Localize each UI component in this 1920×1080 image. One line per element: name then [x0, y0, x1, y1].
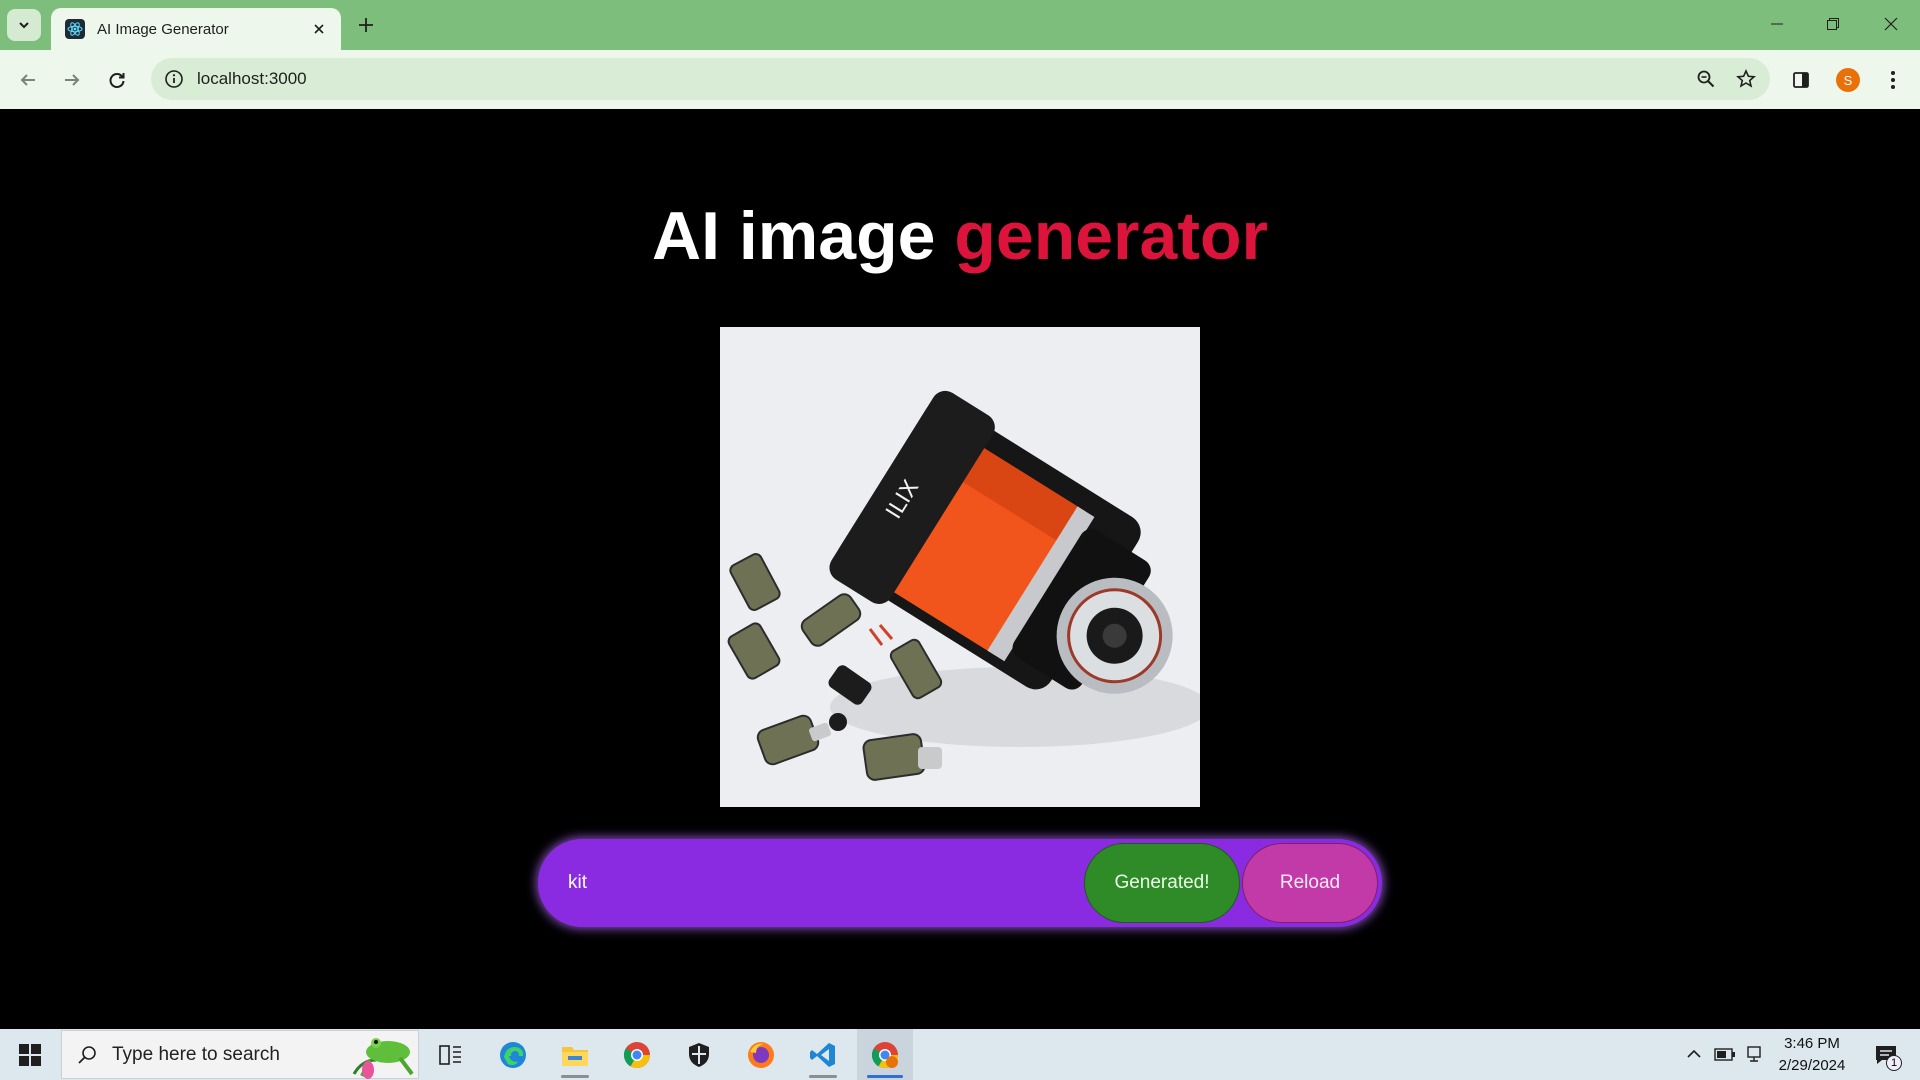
app-page: AI image generator ILIX kit Generated! R…	[0, 109, 1920, 1029]
refresh-icon	[109, 73, 125, 88]
edge-icon	[500, 1041, 526, 1068]
close-icon	[1884, 17, 1898, 31]
reload-page-button[interactable]	[101, 64, 133, 96]
tab-strip: AI Image Generator	[0, 0, 1920, 50]
url-text: localhost:3000	[197, 69, 307, 88]
task-view-icon	[439, 1044, 461, 1065]
restore-icon	[1827, 18, 1839, 30]
system-clock[interactable]: 3:46 PM 2/29/2024	[1762, 1033, 1862, 1077]
taskbar-chrome[interactable]	[609, 1029, 665, 1080]
vscode-icon	[810, 1042, 835, 1067]
browser-menu-button[interactable]	[1877, 64, 1909, 96]
react-icon	[65, 19, 85, 39]
address-bar[interactable]: localhost:3000	[151, 58, 1770, 100]
side-panel-button[interactable]	[1785, 64, 1817, 96]
bookmark-star-icon[interactable]	[1730, 63, 1762, 95]
clock-date: 2/29/2024	[1778, 1057, 1846, 1074]
show-hidden-icons[interactable]	[1681, 1041, 1707, 1067]
generated-image: ILIX	[720, 327, 1200, 807]
prompt-input[interactable]	[568, 839, 1088, 927]
taskbar-firefox[interactable]	[733, 1029, 789, 1080]
clock-time: 3:46 PM	[1784, 1035, 1840, 1052]
reload-button[interactable]: Reload	[1242, 843, 1378, 923]
taskbar-chrome-active[interactable]	[857, 1029, 913, 1080]
security-icon	[689, 1042, 709, 1067]
taskbar-edge[interactable]	[485, 1029, 541, 1080]
info-icon[interactable]	[163, 68, 185, 90]
file-explorer-icon	[562, 1046, 588, 1066]
browser-toolbar: localhost:3000 S	[0, 50, 1920, 109]
kebab-menu-icon	[1891, 71, 1895, 89]
browser-chrome: AI Image Generator localhost:3000 S	[0, 0, 1920, 109]
side-panel-icon	[1793, 72, 1809, 88]
browser-tab[interactable]: AI Image Generator	[51, 8, 341, 50]
chrome-active-icon	[871, 1041, 899, 1068]
running-indicator	[561, 1075, 589, 1078]
profile-button[interactable]: S	[1832, 64, 1864, 96]
windows-logo-icon	[19, 1043, 41, 1066]
chrome-icon	[623, 1041, 651, 1068]
taskbar-search-box[interactable]: Type here to search	[61, 1030, 419, 1079]
tab-title: AI Image Generator	[97, 20, 229, 38]
notification-count: 1	[1886, 1055, 1902, 1071]
prompt-bar: Generated! Reload	[538, 839, 1382, 927]
close-tab-icon[interactable]	[309, 19, 329, 39]
generated-image-art: ILIX	[720, 327, 1200, 807]
taskbar-vscode[interactable]	[795, 1029, 851, 1080]
taskbar-security[interactable]	[671, 1029, 727, 1080]
search-placeholder: Type here to search	[112, 1043, 280, 1065]
minimize-icon	[1771, 23, 1783, 25]
close-window-button[interactable]	[1868, 4, 1914, 44]
battery-tray[interactable]	[1712, 1041, 1738, 1067]
firefox-icon	[748, 1041, 774, 1068]
tab-search-button[interactable]	[7, 9, 41, 41]
active-indicator	[867, 1075, 903, 1078]
task-view-button[interactable]	[423, 1029, 479, 1080]
start-button[interactable]	[0, 1029, 60, 1080]
generate-button[interactable]: Generated!	[1084, 843, 1240, 923]
notification-center[interactable]: 1	[1866, 1039, 1906, 1071]
search-icon	[76, 1044, 98, 1066]
minimize-button[interactable]	[1754, 4, 1800, 44]
chevron-down-icon	[19, 22, 29, 29]
title-prefix: AI image	[652, 198, 936, 274]
forward-button[interactable]	[56, 64, 88, 96]
title-accent: generator	[954, 198, 1268, 274]
windows-taskbar: Type here to search 3:46 PM 2/29/2024 1	[0, 1029, 1920, 1080]
new-tab-button[interactable]	[351, 10, 381, 40]
plus-icon	[359, 18, 373, 32]
chevron-up-icon	[1687, 1049, 1701, 1058]
running-indicator	[809, 1075, 837, 1078]
page-title: AI image generator	[0, 197, 1920, 275]
battery-icon	[1714, 1048, 1735, 1061]
taskbar-file-explorer[interactable]	[547, 1029, 603, 1080]
restore-button[interactable]	[1810, 4, 1856, 44]
avatar: S	[1836, 68, 1860, 92]
frog-icon	[352, 1038, 414, 1079]
arrow-right-icon	[65, 74, 80, 86]
arrow-left-icon	[20, 74, 35, 86]
zoom-icon[interactable]	[1690, 63, 1722, 95]
back-button[interactable]	[12, 64, 44, 96]
